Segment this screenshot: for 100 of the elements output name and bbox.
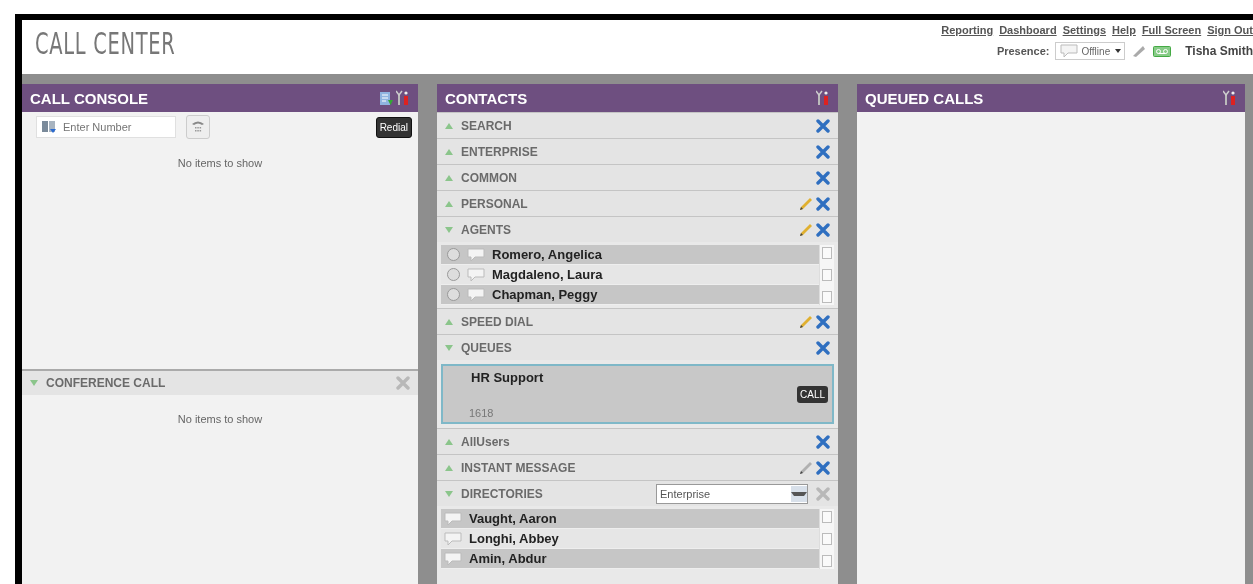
section-title: SPEED DIAL [461,314,534,329]
tools-icon [396,90,410,106]
section-header[interactable]: ENTERPRISE [437,138,838,164]
nav-link[interactable]: Reporting [941,24,994,36]
section-title: SEARCH [461,118,513,133]
nav-link[interactable]: Dashboard [999,24,1057,36]
notes-icon [379,90,394,106]
close-icon[interactable] [816,340,830,355]
expand-icon[interactable] [445,174,453,181]
contact-name: Amin, Abdur [469,551,547,566]
section-title: PERSONAL [461,196,529,211]
section-title: COMMON [461,170,518,185]
chat-bubble-icon [443,511,463,526]
directory-dropdown[interactable]: Enterprise [656,483,808,504]
chat-bubble-icon [1059,44,1080,58]
collapse-icon[interactable] [445,490,453,497]
close-icon[interactable] [816,460,830,475]
section-header[interactable]: PERSONAL [437,190,838,216]
panel-title: CALL CONSOLE [30,89,149,107]
close-icon[interactable] [816,434,830,449]
section-header[interactable]: SPEED DIAL [437,308,838,334]
expand-icon[interactable] [445,438,453,445]
number-field[interactable]: Enter Number [36,116,176,138]
radio-button[interactable] [447,248,460,261]
nav-link[interactable]: Full Screen [1141,24,1202,36]
nav-link[interactable]: Help [1112,24,1136,36]
presence-dropdown[interactable]: Offline [1055,42,1126,60]
pencil-icon[interactable] [798,221,814,238]
section-title: ENTERPRISE [461,144,539,159]
section-header[interactable]: AGENTS [437,216,838,242]
expand-icon[interactable] [445,200,453,207]
empty-message: No items to show [176,412,264,425]
tools-icon [816,90,830,106]
user-name: Tisha Smith [1185,44,1253,58]
close-icon[interactable] [816,314,830,329]
collapse-icon[interactable] [445,226,453,233]
section-header[interactable]: AllUsers [437,428,838,454]
tools-icon [1223,90,1237,106]
close-icon[interactable] [816,144,830,159]
close-icon[interactable] [816,170,830,185]
agent-row[interactable]: Magdaleno, Laura [441,265,819,285]
expand-icon[interactable] [445,318,453,325]
panel-title: QUEUED CALLS [865,89,984,107]
scrollbar[interactable] [819,245,834,305]
section-header[interactable]: COMMON [437,164,838,190]
nav-link[interactable]: Settings [1062,24,1107,36]
logo: CALL CENTER [33,25,176,63]
contact-name: Vaught, Aaron [469,511,557,526]
agent-name: Romero, Angelica [492,247,603,262]
chevron-icon [791,491,807,496]
agent-name: Chapman, Peggy [492,287,598,302]
panel-title: CONTACTS [445,89,528,107]
section-title: CONFERENCE CALL [46,376,167,390]
section-title: INSTANT MESSAGE [461,460,577,475]
pencil-icon[interactable] [798,459,814,476]
section-title: AGENTS [461,222,512,237]
agent-row[interactable]: Chapman, Peggy [441,285,819,305]
empty-message: No items to show [176,156,264,169]
dialpad-button[interactable] [186,115,210,139]
expand-icon[interactable] [445,464,453,471]
radio-button[interactable] [447,288,460,301]
chat-bubble-icon [443,531,463,546]
section-title: QUEUES [461,340,513,355]
voicemail-icon [1153,45,1172,57]
agent-row[interactable]: Romero, Angelica [441,245,819,265]
collapse-icon[interactable] [445,344,453,351]
directory-row[interactable]: Vaught, Aaron [441,509,819,529]
directory-row[interactable]: Amin, Abdur [441,549,819,569]
close-icon[interactable] [816,222,830,237]
chat-bubble-icon [466,267,486,282]
queue-number: 1618 [469,407,494,419]
call-button[interactable]: CALL [797,386,828,403]
section-title: AllUsers [461,434,511,449]
chat-bubble-icon [466,247,486,262]
pen-icon [1131,44,1148,58]
close-icon[interactable] [816,196,830,211]
caret-icon [1115,49,1122,53]
directory-row[interactable]: Longhi, Abbey [441,529,819,549]
dialpad-icon [191,119,205,135]
queue-card[interactable]: HR Support CALL 1618 [441,364,834,424]
section-header[interactable]: SEARCH [437,112,838,138]
scrollbar[interactable] [819,509,834,569]
expand-icon[interactable] [445,148,453,155]
contacts-book-icon [41,120,57,134]
close-icon[interactable] [816,118,830,133]
chat-bubble-icon [466,287,486,302]
pencil-icon[interactable] [798,195,814,212]
section-header[interactable]: INSTANT MESSAGE [437,454,838,480]
chat-bubble-icon [443,551,463,566]
redial-button[interactable]: Redial [375,116,412,138]
pencil-icon[interactable] [798,313,814,330]
section-header[interactable]: DIRECTORIES Enterprise [437,480,838,506]
number-input[interactable]: Enter Number [61,120,165,134]
queue-name: HR Support [471,370,544,385]
presence-label: Presence: [996,45,1050,57]
collapse-icon[interactable] [30,380,38,386]
expand-icon[interactable] [445,122,453,129]
section-header[interactable]: QUEUES [437,334,838,360]
nav-link[interactable]: Sign Out [1207,24,1253,36]
radio-button[interactable] [447,268,460,281]
